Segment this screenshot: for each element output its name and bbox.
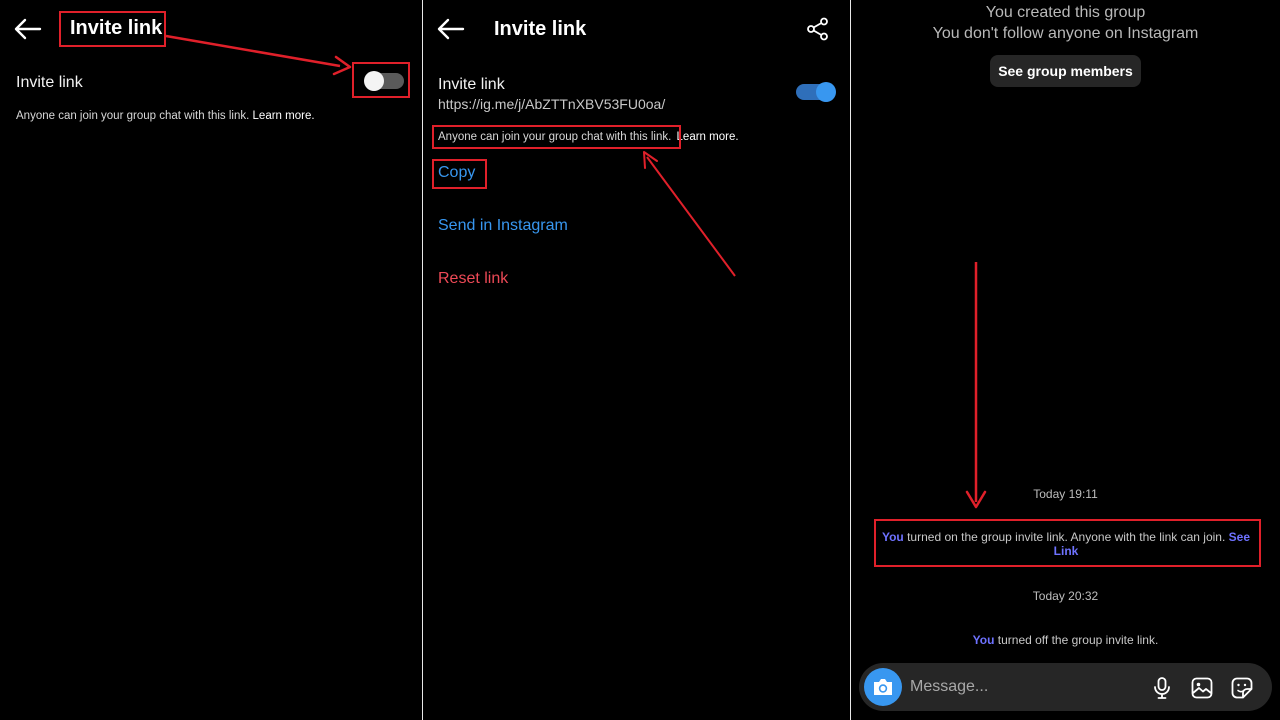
invite-link-settings-off: Invite link Invite link Anyone can join … xyxy=(0,0,422,720)
gallery-icon[interactable] xyxy=(1190,676,1214,700)
message-composer: Message... xyxy=(859,663,1272,711)
group-chat-thread: You created this group You don't follow … xyxy=(851,0,1280,720)
invite-link-off-notice: You turned off the group invite link. xyxy=(972,633,1159,647)
timestamp: Today 20:32 xyxy=(1032,589,1099,603)
microphone-icon[interactable] xyxy=(1150,676,1174,700)
annotation-arrow xyxy=(965,262,987,509)
timestamp: Today 19:11 xyxy=(1033,487,1098,501)
annotation-arrow xyxy=(165,34,352,76)
annotation-arrow xyxy=(643,151,736,277)
message-input[interactable]: Message... xyxy=(910,678,988,696)
camera-icon xyxy=(874,679,892,695)
camera-button[interactable] xyxy=(864,668,902,706)
invite-link-settings-on: Invite link Invite link https://ig.me/j/… xyxy=(423,0,850,720)
sticker-icon[interactable] xyxy=(1230,676,1254,700)
invite-link-on-notice: You turned on the group invite link. Any… xyxy=(881,530,1250,558)
